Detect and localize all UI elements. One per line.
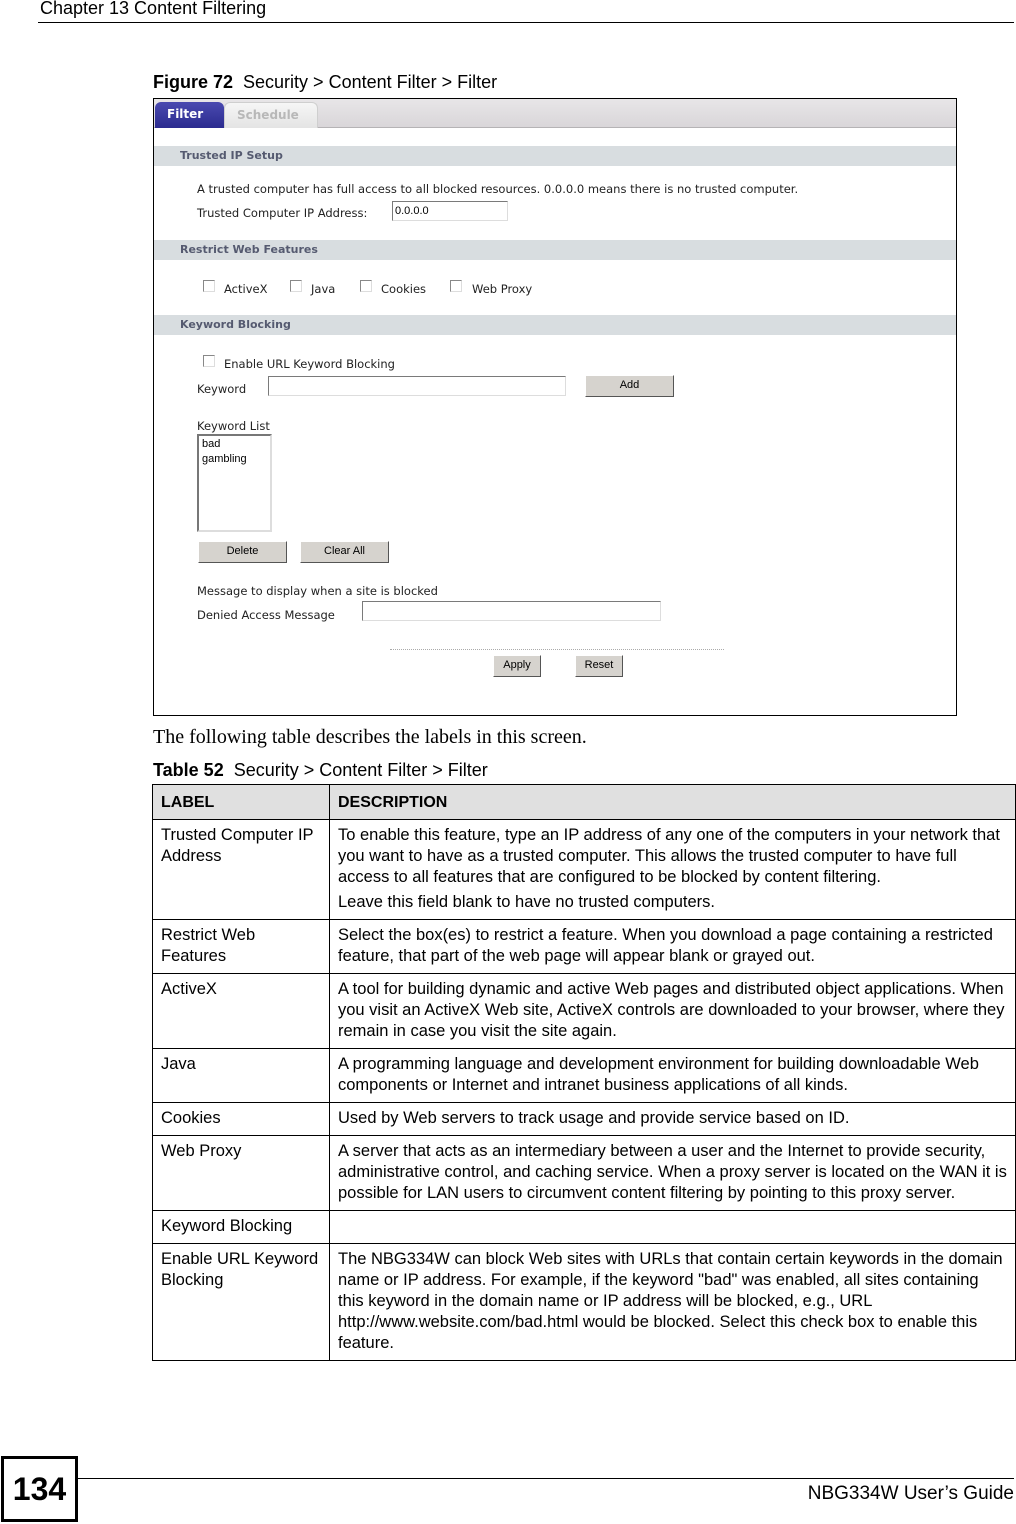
tab-schedule[interactable]: Schedule: [224, 102, 318, 128]
activex-checkbox[interactable]: [203, 280, 215, 292]
web-proxy-checkbox[interactable]: [450, 280, 462, 292]
page-number: 134: [1, 1456, 78, 1522]
table-row: Java A programming language and developm…: [152, 1048, 1016, 1103]
reset-button[interactable]: Reset: [575, 655, 623, 677]
row-label: Web Proxy: [152, 1135, 330, 1211]
denied-access-message-label: Denied Access Message: [197, 608, 335, 622]
row-description: [329, 1210, 1016, 1244]
table-caption: Table 52 Security > Content Filter > Filt…: [153, 760, 488, 781]
row-label: ActiveX: [152, 973, 330, 1049]
content-filter-screenshot: Filter Schedule Trusted IP Setup A trust…: [153, 98, 957, 716]
section-trusted-ip: Trusted IP Setup: [154, 146, 956, 166]
trusted-ip-description: A trusted computer has full access to al…: [197, 182, 799, 196]
tab-filter[interactable]: Filter: [155, 102, 224, 128]
cookies-label: Cookies: [381, 282, 427, 296]
row-description: The NBG334W can block Web sites with URL…: [329, 1243, 1016, 1361]
table-label: Table 52: [153, 760, 224, 780]
keyword-list[interactable]: bad gambling: [197, 434, 272, 532]
figure-title: Security > Content Filter > Filter: [243, 72, 498, 92]
row-label: Java: [152, 1048, 330, 1103]
label-description-table: LABEL DESCRIPTION Trusted Computer IP Ad…: [152, 784, 1016, 1361]
row-label: Cookies: [152, 1102, 330, 1136]
row-description: A programming language and development e…: [329, 1048, 1016, 1103]
cookies-checkbox[interactable]: [360, 280, 372, 292]
table-row: Keyword Blocking: [152, 1210, 1016, 1244]
header-divider: [38, 22, 1014, 23]
enable-url-keyword-blocking-label: Enable URL Keyword Blocking: [224, 357, 395, 371]
row-description: To enable this feature, type an IP addre…: [329, 819, 1016, 920]
tab-bar: Filter Schedule: [154, 99, 956, 128]
add-button[interactable]: Add: [585, 375, 674, 397]
trusted-ip-input[interactable]: [392, 201, 508, 221]
guide-name: NBG334W User’s Guide: [807, 1483, 1014, 1504]
denied-access-message-input[interactable]: [362, 601, 661, 621]
description-paragraph: Leave this field blank to have no truste…: [338, 893, 715, 911]
table-title: Security > Content Filter > Filter: [233, 760, 488, 780]
figure-caption: Figure 72 Security > Content Filter > Fil…: [153, 72, 497, 93]
description-paragraph: To enable this feature, type an IP addre…: [338, 826, 1000, 886]
activex-label: ActiveX: [224, 282, 268, 296]
table-row: Enable URL Keyword Blocking The NBG334W …: [152, 1243, 1016, 1361]
keyword-list-label: Keyword List: [197, 419, 270, 433]
section-keyword-blocking: Keyword Blocking: [154, 315, 956, 335]
delete-button[interactable]: Delete: [198, 541, 287, 563]
keyword-list-item[interactable]: bad: [202, 437, 267, 452]
intro-text: The following table describes the labels…: [153, 726, 587, 748]
table-row: Web Proxy A server that acts as an inter…: [152, 1135, 1016, 1211]
row-description: Select the box(es) to restrict a feature…: [329, 919, 1016, 974]
row-description: A tool for building dynamic and active W…: [329, 973, 1016, 1049]
header-label: LABEL: [152, 784, 330, 820]
footer-divider: [78, 1478, 1014, 1479]
keyword-label: Keyword: [197, 382, 247, 396]
enable-url-keyword-blocking-checkbox[interactable]: [203, 355, 215, 367]
java-checkbox[interactable]: [290, 280, 302, 292]
table-row: ActiveX A tool for building dynamic and …: [152, 973, 1016, 1049]
table-row: Trusted Computer IP Address To enable th…: [152, 819, 1016, 920]
apply-button[interactable]: Apply: [493, 655, 541, 677]
web-proxy-label: Web Proxy: [472, 282, 533, 296]
keyword-input[interactable]: [268, 376, 566, 396]
clear-all-button[interactable]: Clear All: [300, 541, 389, 563]
section-restrict-web-features: Restrict Web Features: [154, 240, 956, 260]
blocked-message-heading: Message to display when a site is blocke…: [197, 584, 438, 598]
trusted-ip-label: Trusted Computer IP Address:: [197, 206, 368, 220]
header-description: DESCRIPTION: [329, 784, 1016, 820]
row-description: A server that acts as an intermediary be…: [329, 1135, 1016, 1211]
row-label: Restrict Web Features: [152, 919, 330, 974]
form-divider: [390, 649, 724, 650]
java-label: Java: [311, 282, 336, 296]
table-row: Cookies Used by Web servers to track usa…: [152, 1102, 1016, 1136]
table-row: Restrict Web Features Select the box(es)…: [152, 919, 1016, 974]
table-header-row: LABEL DESCRIPTION: [152, 784, 1016, 820]
keyword-list-item[interactable]: gambling: [202, 452, 267, 467]
chapter-title: Chapter 13 Content Filtering: [40, 0, 267, 18]
figure-label: Figure 72: [153, 72, 234, 92]
row-label: Trusted Computer IP Address: [152, 819, 330, 920]
row-description: Used by Web servers to track usage and p…: [329, 1102, 1016, 1136]
row-label: Enable URL Keyword Blocking: [152, 1243, 330, 1361]
row-label: Keyword Blocking: [152, 1210, 330, 1244]
